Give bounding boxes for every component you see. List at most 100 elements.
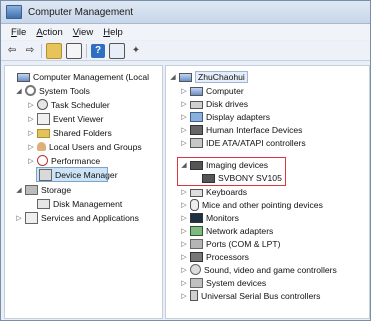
menu-view-rest: iew bbox=[78, 26, 94, 38]
device-root[interactable]: ◢ ZhuChaohui bbox=[169, 70, 248, 83]
console-tree-icon[interactable] bbox=[66, 42, 82, 59]
event-viewer-label: Event Viewer bbox=[53, 113, 104, 124]
tree-local-users[interactable]: ▷ Local Users and Groups bbox=[27, 140, 141, 153]
task-scheduler-label: Task Scheduler bbox=[51, 99, 110, 110]
expand-arrow-icon[interactable]: ▷ bbox=[180, 266, 188, 274]
tree-services-apps[interactable]: ▷ Services and Applications bbox=[15, 211, 139, 224]
device-item-label: Human Interface Devices bbox=[206, 124, 303, 135]
services-apps-label: Services and Applications bbox=[41, 212, 139, 223]
device-item-imaging[interactable]: ◢ Imaging devices bbox=[180, 158, 268, 171]
usb-icon bbox=[190, 290, 198, 301]
device-item[interactable]: ▷ Sound, video and game controllers bbox=[180, 263, 337, 276]
processor-icon bbox=[190, 251, 203, 262]
menu-file[interactable]: File bbox=[11, 27, 26, 38]
expand-arrow-icon[interactable]: ▷ bbox=[180, 113, 188, 121]
device-item[interactable]: ▷ Computer bbox=[180, 84, 244, 97]
back-arrow-icon[interactable]: ⇦ bbox=[5, 44, 19, 58]
system-tools-label: System Tools bbox=[39, 85, 90, 96]
left-tree-pane: Computer Management (Local ◢ System Tool… bbox=[4, 65, 163, 319]
expand-arrow-icon[interactable]: ▷ bbox=[180, 214, 188, 222]
device-item-label: Processors bbox=[206, 251, 249, 262]
device-item[interactable]: ▷ Display adapters bbox=[180, 110, 270, 123]
menu-help-rest: elp bbox=[110, 26, 123, 38]
menu-action[interactable]: Action bbox=[36, 27, 62, 38]
tree-task-scheduler[interactable]: ▷ Task Scheduler bbox=[27, 98, 110, 111]
device-item[interactable]: ▷ IDE ATA/ATAPI controllers bbox=[180, 136, 306, 149]
collapse-arrow-icon[interactable]: ◢ bbox=[15, 87, 23, 95]
expand-arrow-icon[interactable]: ▷ bbox=[180, 139, 188, 147]
device-item-label: Mice and other pointing devices bbox=[202, 199, 323, 210]
tree-system-tools[interactable]: ◢ System Tools bbox=[15, 84, 90, 97]
device-item[interactable]: ▷ Ports (COM & LPT) bbox=[180, 237, 281, 250]
up-folder-icon[interactable] bbox=[46, 42, 62, 59]
device-item[interactable]: ▷ Keyboards bbox=[180, 185, 247, 198]
device-item-label: Disk drives bbox=[206, 98, 249, 109]
services-icon bbox=[25, 211, 38, 224]
collapse-arrow-icon[interactable]: ◢ bbox=[180, 161, 188, 169]
tree-shared-folders[interactable]: ▷ Shared Folders bbox=[27, 126, 112, 139]
device-item-label: Monitors bbox=[206, 212, 239, 223]
collapse-arrow-icon[interactable]: ◢ bbox=[15, 186, 23, 194]
help-icon[interactable]: ? bbox=[91, 43, 105, 58]
expand-arrow-icon[interactable]: ▷ bbox=[180, 188, 188, 196]
tree-performance[interactable]: ▷ Performance bbox=[27, 154, 100, 167]
disk-management-icon bbox=[37, 198, 50, 209]
expand-arrow-icon[interactable]: ▷ bbox=[180, 279, 188, 287]
properties-icon[interactable] bbox=[109, 42, 125, 59]
disk-drive-icon bbox=[190, 100, 203, 109]
expand-arrow-icon[interactable]: ▷ bbox=[180, 292, 188, 300]
collapse-arrow-icon[interactable]: ◢ bbox=[169, 73, 177, 81]
tree-root[interactable]: Computer Management (Local bbox=[7, 70, 149, 83]
device-item[interactable]: ▷ Monitors bbox=[180, 211, 239, 224]
toolbar: ⇦ ⇨ ? ✦ bbox=[1, 41, 370, 61]
expand-arrow-icon[interactable]: ▷ bbox=[27, 157, 35, 165]
computer-management-icon bbox=[17, 72, 30, 82]
expand-arrow-icon[interactable]: ▷ bbox=[180, 126, 188, 134]
computer-icon bbox=[190, 86, 203, 96]
mouse-icon bbox=[190, 198, 199, 211]
device-item[interactable]: ▷ Processors bbox=[180, 250, 249, 263]
expand-arrow-icon[interactable]: ▷ bbox=[180, 240, 188, 248]
menu-view[interactable]: View bbox=[73, 27, 93, 38]
storage-icon bbox=[25, 184, 38, 195]
tree-device-manager[interactable]: Device Manager bbox=[36, 167, 118, 182]
device-item-label: Imaging devices bbox=[206, 159, 269, 170]
device-item[interactable]: ▷ Universal Serial Bus controllers bbox=[180, 289, 320, 302]
device-manager-icon bbox=[39, 168, 52, 181]
title-bar: Computer Management bbox=[1, 1, 370, 24]
device-item[interactable]: ▷ Human Interface Devices bbox=[180, 123, 302, 136]
performance-icon bbox=[37, 155, 48, 166]
event-viewer-icon bbox=[37, 112, 50, 125]
toolbar-separator-2 bbox=[86, 43, 87, 58]
clock-icon bbox=[37, 99, 48, 110]
users-icon bbox=[37, 142, 46, 151]
expand-arrow-icon[interactable]: ▷ bbox=[180, 253, 188, 261]
network-adapter-icon bbox=[190, 225, 203, 236]
expand-arrow-icon[interactable]: ▷ bbox=[27, 129, 35, 137]
device-item[interactable]: ▷ Mice and other pointing devices bbox=[180, 198, 323, 211]
hid-icon bbox=[190, 124, 203, 135]
expand-arrow-icon[interactable]: ▷ bbox=[180, 100, 188, 108]
forward-arrow-icon[interactable]: ⇨ bbox=[23, 44, 37, 58]
expand-arrow-icon[interactable]: ▷ bbox=[15, 214, 23, 222]
device-item[interactable]: ▷ Network adapters bbox=[180, 224, 273, 237]
expand-arrow-icon[interactable]: ▷ bbox=[180, 201, 188, 209]
tree-storage[interactable]: ◢ Storage bbox=[15, 183, 71, 196]
expand-arrow-icon[interactable]: ▷ bbox=[27, 115, 35, 123]
tree-disk-management[interactable]: Disk Management bbox=[37, 197, 122, 210]
expand-arrow-icon[interactable]: ▷ bbox=[27, 143, 35, 151]
device-tree-pane: ◢ ZhuChaohui ▷ Computer ▷ Disk drives ▷ … bbox=[165, 65, 370, 319]
expand-arrow-icon[interactable]: ▷ bbox=[180, 227, 188, 235]
device-item-svbony[interactable]: SVBONY SV105 bbox=[202, 171, 282, 184]
shared-folders-label: Shared Folders bbox=[53, 127, 112, 138]
keyboard-icon bbox=[190, 188, 203, 197]
window-title: Computer Management bbox=[28, 6, 134, 18]
menu-help[interactable]: Help bbox=[103, 27, 123, 38]
device-item[interactable]: ▷ Disk drives bbox=[180, 97, 248, 110]
tree-event-viewer[interactable]: ▷ Event Viewer bbox=[27, 112, 103, 125]
expand-arrow-icon[interactable]: ▷ bbox=[180, 87, 188, 95]
action-icon[interactable]: ✦ bbox=[129, 44, 143, 58]
expand-arrow-icon[interactable]: ▷ bbox=[27, 101, 35, 109]
device-item-label: Sound, video and game controllers bbox=[204, 264, 337, 275]
device-item[interactable]: ▷ System devices bbox=[180, 276, 266, 289]
